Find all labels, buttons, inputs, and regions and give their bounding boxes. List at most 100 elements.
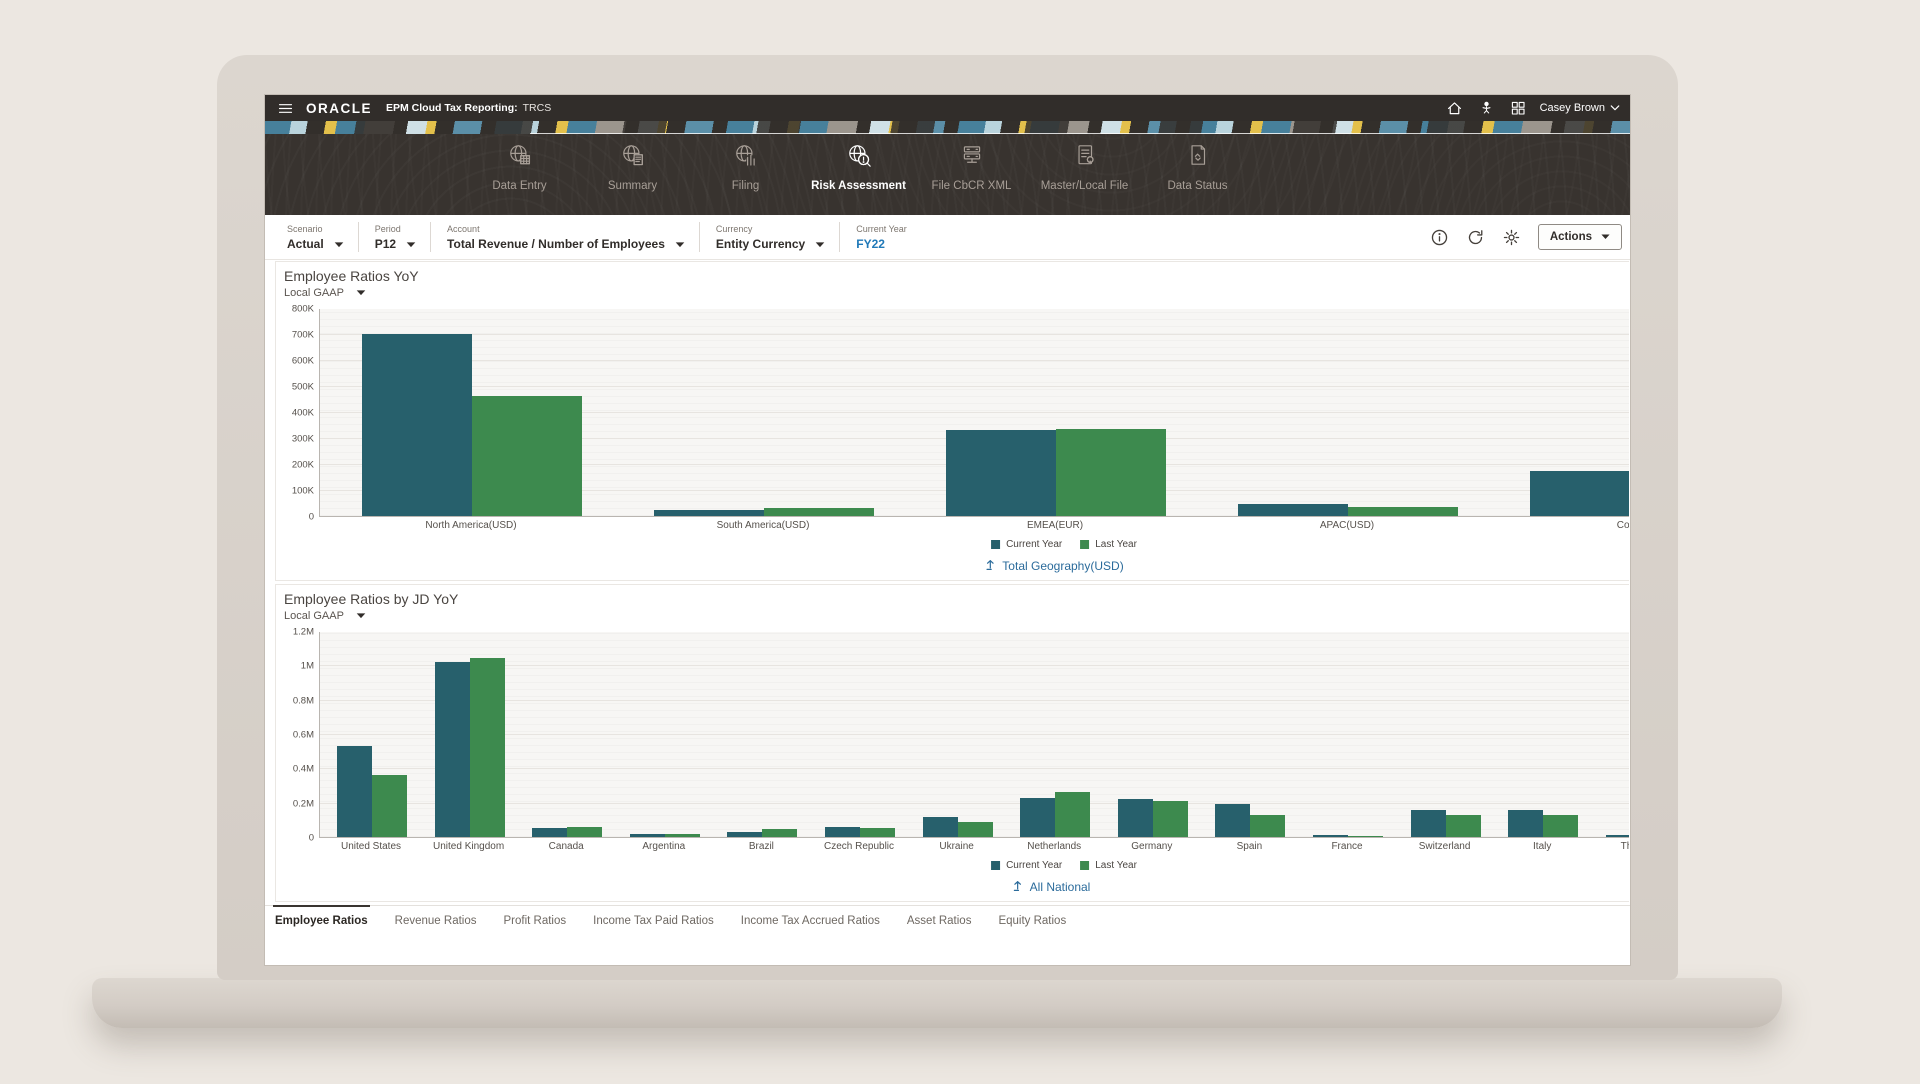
bar-current-year[interactable] bbox=[1020, 798, 1055, 837]
filter-field-period[interactable]: PeriodP12 bbox=[373, 224, 430, 251]
legend-item: Current Year bbox=[991, 860, 1062, 871]
nav-item-label: Data Status bbox=[1167, 180, 1227, 193]
x-axis-category-label: Corporate bbox=[1617, 520, 1629, 531]
y-axis-tick-label: 300K bbox=[292, 434, 314, 445]
filter-field-account[interactable]: AccountTotal Revenue / Number of Employe… bbox=[445, 224, 699, 251]
tab-income-tax-paid-ratios[interactable]: Income Tax Paid Ratios bbox=[593, 906, 714, 935]
y-axis-tick-label: 100K bbox=[292, 486, 314, 497]
tab-equity-ratios[interactable]: Equity Ratios bbox=[998, 906, 1066, 935]
bar-last-year[interactable] bbox=[860, 828, 895, 837]
x-axis-category-label: United States bbox=[341, 841, 401, 852]
globe-document-icon bbox=[620, 142, 646, 173]
bar-current-year[interactable] bbox=[435, 662, 470, 837]
bar-current-year[interactable] bbox=[337, 746, 372, 837]
y-axis-tick-label: 0.8M bbox=[293, 695, 314, 706]
globe-bars-icon bbox=[733, 142, 759, 173]
bar-current-year[interactable] bbox=[1508, 810, 1543, 837]
nav-item-master-local-file[interactable]: Master/Local File bbox=[1028, 142, 1141, 193]
gaap-selector[interactable]: Local GAAP bbox=[284, 287, 366, 299]
nav-item-file-cbcr-xml[interactable]: File CbCR XML bbox=[915, 142, 1028, 193]
bar-last-year[interactable] bbox=[1056, 429, 1166, 516]
y-axis-tick-label: 0.2M bbox=[293, 798, 314, 809]
tab-income-tax-accrued-ratios[interactable]: Income Tax Accrued Ratios bbox=[741, 906, 880, 935]
bar-last-year[interactable] bbox=[1543, 815, 1578, 837]
filter-label: Account bbox=[447, 224, 685, 234]
person-icon[interactable] bbox=[1479, 100, 1494, 116]
bar-last-year[interactable] bbox=[1348, 507, 1458, 516]
bar-current-year[interactable] bbox=[825, 827, 860, 837]
filter-label: Current Year bbox=[856, 224, 907, 234]
bar-last-year[interactable] bbox=[1446, 815, 1481, 837]
bar-last-year[interactable] bbox=[1348, 836, 1383, 837]
y-axis: 00.2M0.4M0.6M0.8M1M1.2M bbox=[284, 632, 319, 838]
pov-filter-bar: ScenarioActual PeriodP12 AccountTotal Reve… bbox=[265, 215, 1630, 260]
x-axis: North America(USD)South America(USD)EMEA… bbox=[319, 517, 1629, 534]
home-icon[interactable] bbox=[1446, 100, 1463, 117]
bar-last-year[interactable] bbox=[764, 508, 874, 516]
drill-up-icon bbox=[984, 558, 996, 574]
bar-current-year[interactable] bbox=[1238, 504, 1348, 516]
bar-last-year[interactable] bbox=[567, 827, 602, 837]
bar-last-year[interactable] bbox=[1055, 792, 1090, 837]
bar-current-year[interactable] bbox=[654, 510, 764, 517]
nav-item-data-entry[interactable]: Data Entry bbox=[463, 142, 576, 193]
y-axis-tick-label: 0.6M bbox=[293, 730, 314, 741]
actions-button[interactable]: Actions bbox=[1538, 224, 1622, 250]
filter-field-scenario[interactable]: ScenarioActual bbox=[287, 224, 358, 251]
info-icon[interactable] bbox=[1430, 228, 1449, 247]
caret-down-icon bbox=[334, 237, 344, 251]
bar-current-year[interactable] bbox=[727, 832, 762, 837]
bar-current-year[interactable] bbox=[1313, 835, 1348, 837]
bar-last-year[interactable] bbox=[1153, 801, 1188, 837]
bar-current-year[interactable] bbox=[532, 828, 567, 837]
filter-divider bbox=[358, 222, 359, 252]
app-grid-icon[interactable] bbox=[1510, 100, 1526, 116]
y-axis-tick-label: 600K bbox=[292, 356, 314, 367]
nav-item-filing[interactable]: Filing bbox=[689, 142, 802, 193]
bar-last-year[interactable] bbox=[472, 396, 582, 516]
y-axis-tick-label: 200K bbox=[292, 460, 314, 471]
bar-current-year[interactable] bbox=[1215, 804, 1250, 837]
y-axis-tick-label: 0 bbox=[309, 512, 314, 523]
user-menu[interactable]: Casey Brown bbox=[1540, 102, 1620, 114]
gridline bbox=[320, 386, 1629, 387]
bar-current-year[interactable] bbox=[362, 334, 472, 516]
tab-profit-ratios[interactable]: Profit Ratios bbox=[504, 906, 567, 935]
bar-current-year[interactable] bbox=[946, 430, 1056, 516]
bar-current-year[interactable] bbox=[923, 817, 958, 837]
bar-last-year[interactable] bbox=[372, 775, 407, 837]
bar-last-year[interactable] bbox=[958, 822, 993, 837]
filter-field-current-year[interactable]: Current YearFY22 bbox=[854, 224, 921, 251]
x-axis-category-label: Canada bbox=[549, 841, 584, 852]
document-bulb-icon bbox=[1072, 142, 1098, 173]
drill-link[interactable]: All National bbox=[1012, 879, 1091, 895]
tab-employee-ratios[interactable]: Employee Ratios bbox=[275, 906, 368, 935]
nav-item-risk-assessment[interactable]: Risk Assessment bbox=[802, 142, 915, 193]
plot-row: 00.2M0.4M0.6M0.8M1M1.2M bbox=[284, 632, 1629, 838]
legend-swatch bbox=[1080, 861, 1089, 870]
nav-item-label: Filing bbox=[732, 180, 759, 193]
x-axis-category-label: Ukraine bbox=[939, 841, 973, 852]
tab-asset-ratios[interactable]: Asset Ratios bbox=[907, 906, 972, 935]
x-axis-category-label: Spain bbox=[1237, 841, 1263, 852]
bar-last-year[interactable] bbox=[665, 834, 700, 837]
bar-current-year[interactable] bbox=[1606, 835, 1629, 837]
bar-current-year[interactable] bbox=[1411, 810, 1446, 837]
refresh-icon[interactable] bbox=[1466, 228, 1485, 247]
gaap-selector[interactable]: Local GAAP bbox=[284, 610, 366, 622]
bar-last-year[interactable] bbox=[470, 658, 505, 837]
bar-current-year[interactable] bbox=[1530, 471, 1629, 517]
bar-last-year[interactable] bbox=[762, 829, 797, 837]
nav-item-summary[interactable]: Summary bbox=[576, 142, 689, 193]
drill-link[interactable]: Total Geography(USD) bbox=[984, 558, 1123, 574]
hamburger-icon[interactable] bbox=[277, 100, 294, 117]
y-axis-tick-label: 1.2M bbox=[293, 627, 314, 638]
bar-current-year[interactable] bbox=[630, 834, 665, 837]
filter-field-currency[interactable]: CurrencyEntity Currency bbox=[714, 224, 839, 251]
bar-last-year[interactable] bbox=[1250, 815, 1285, 837]
tab-revenue-ratios[interactable]: Revenue Ratios bbox=[395, 906, 477, 935]
bar-current-year[interactable] bbox=[1118, 799, 1153, 837]
nav-item-data-status[interactable]: Data Status bbox=[1141, 142, 1254, 193]
x-axis-category-label: Germany bbox=[1131, 841, 1172, 852]
settings-gear-icon[interactable] bbox=[1502, 228, 1521, 247]
